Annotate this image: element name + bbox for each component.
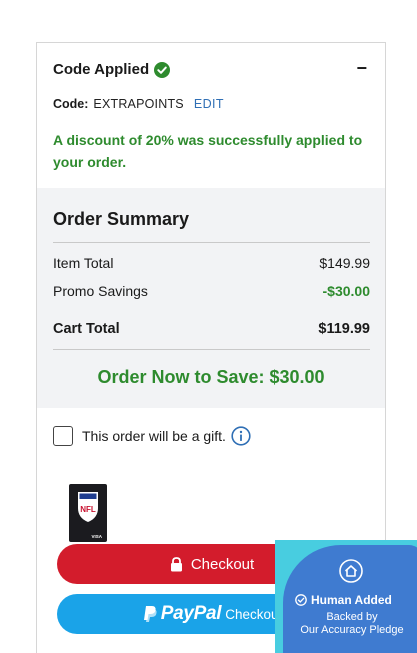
collapse-button[interactable]: − <box>356 58 367 79</box>
code-applied-header: Code Applied <box>53 61 171 78</box>
discount-message: A discount of 20% was successfully appli… <box>53 132 363 170</box>
promo-code-line: Code: EXTRAPOINTS EDIT <box>53 97 224 111</box>
divider <box>53 349 370 350</box>
nfl-credit-card-image: NFL VISA <box>69 484 107 542</box>
code-label: Code: <box>53 97 89 111</box>
pledge-subtitle-line1: Backed by <box>326 611 378 623</box>
pledge-title-text: Human Added <box>311 593 392 607</box>
code-value: EXTRAPOINTS <box>93 97 184 111</box>
paypal-wordmark: PayPal <box>160 603 222 624</box>
save-banner: Order Now to Save: $30.00 <box>97 367 325 387</box>
accuracy-pledge-badge[interactable]: Human Added Backed by Our Accuracy Pledg… <box>275 540 417 653</box>
check-circle-icon <box>154 61 171 78</box>
order-summary-title: Order Summary <box>53 209 190 229</box>
gift-option: This order will be a gift. <box>53 426 251 446</box>
promo-savings-label: Promo Savings <box>53 283 148 299</box>
paypal-logo-icon <box>143 606 157 622</box>
checkout-label: Checkout <box>190 555 255 573</box>
check-circle-icon <box>295 594 307 606</box>
gift-checkbox[interactable] <box>53 426 73 446</box>
cart-total-row: Cart Total $119.99 <box>53 321 370 337</box>
cart-total-label: Cart Total <box>53 321 120 337</box>
promo-savings-value: -$30.00 <box>322 283 370 299</box>
order-summary: Order Summary Item Total $149.99 Promo S… <box>37 188 385 408</box>
pledge-subtitle-line2: Our Accuracy Pledge <box>300 623 404 636</box>
item-total-label: Item Total <box>53 255 114 271</box>
paypal-checkout-label: Checkout <box>225 606 283 622</box>
item-total-value: $149.99 <box>319 255 370 271</box>
home-icon <box>339 559 363 583</box>
promo-savings-row: Promo Savings -$30.00 <box>53 283 370 299</box>
pledge-subtitle: Backed by Our Accuracy Pledge <box>293 611 411 636</box>
info-icon[interactable] <box>231 426 251 446</box>
divider <box>53 242 370 243</box>
gift-label: This order will be a gift. <box>82 428 226 444</box>
edit-code-link[interactable]: EDIT <box>194 97 224 111</box>
lock-icon <box>170 556 182 571</box>
pledge-title: Human Added <box>295 593 392 607</box>
code-applied-title: Code Applied <box>53 61 150 78</box>
card-brand-text: NFL <box>80 505 96 514</box>
card-network-text: VISA <box>91 534 102 539</box>
item-total-row: Item Total $149.99 <box>53 255 370 271</box>
cart-total-value: $119.99 <box>318 321 370 337</box>
